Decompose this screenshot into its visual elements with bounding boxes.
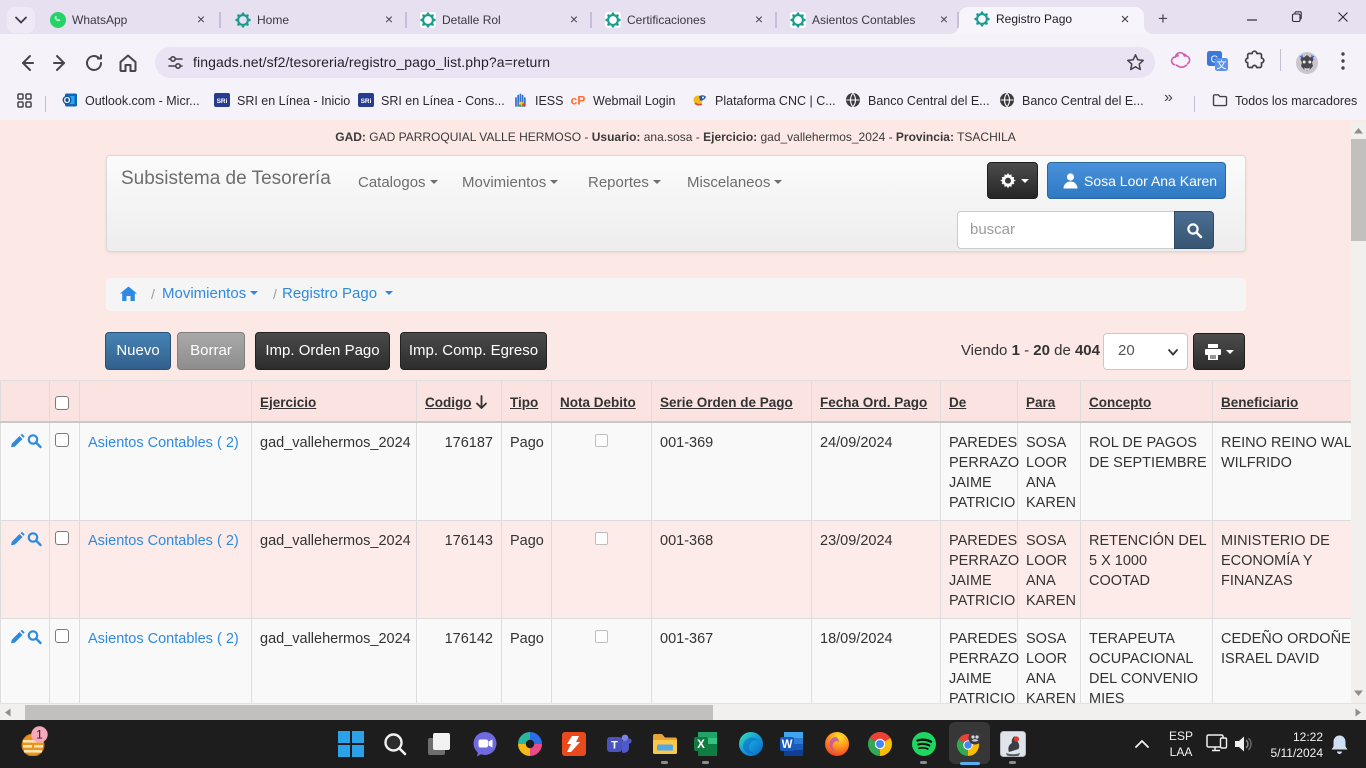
svg-text:O: O — [64, 95, 71, 105]
svg-text:SRi: SRi — [217, 98, 228, 105]
svg-text:T: T — [611, 740, 618, 752]
svg-text:文: 文 — [1217, 59, 1227, 72]
svg-text:X: X — [697, 739, 705, 751]
svg-text:W: W — [782, 739, 793, 751]
svg-text:SRi: SRi — [361, 98, 372, 105]
svg-text:1: 1 — [36, 728, 43, 742]
svg-text:cP: cP — [571, 94, 586, 108]
